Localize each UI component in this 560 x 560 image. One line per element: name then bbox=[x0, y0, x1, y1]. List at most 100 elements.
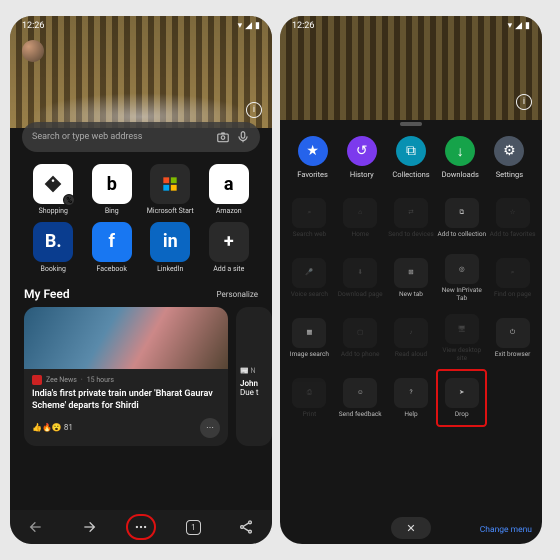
star-add-icon: ☆ bbox=[496, 198, 530, 228]
camera-icon[interactable] bbox=[216, 130, 230, 144]
quick-settings[interactable]: ⚙Settings bbox=[485, 136, 534, 179]
card-image bbox=[24, 307, 228, 369]
avatar[interactable] bbox=[22, 40, 44, 62]
menu-home[interactable]: ⌂Home bbox=[335, 189, 386, 247]
gear-icon: ⚙ bbox=[494, 136, 524, 166]
wifi-icon: ▾ bbox=[238, 21, 243, 31]
status-icons: ▾ ◢ ▮ bbox=[508, 21, 530, 31]
sheet-handle[interactable] bbox=[280, 120, 542, 132]
tile-shopping[interactable]: %Shopping bbox=[24, 164, 83, 216]
overflow-menu-button[interactable] bbox=[126, 514, 156, 540]
quick-actions-row: ★Favorites↺History⧉Collections↓Downloads… bbox=[280, 132, 542, 187]
mic-icon[interactable] bbox=[236, 130, 250, 144]
tabs-button[interactable]: 1 bbox=[178, 514, 208, 540]
card-title: India's first private train under 'Bhara… bbox=[32, 389, 220, 412]
back-button[interactable] bbox=[21, 514, 51, 540]
source-name: Zee News bbox=[46, 376, 77, 384]
newtab-icon: ⊞ bbox=[394, 258, 428, 288]
menu-read-aloud[interactable]: ♪Read aloud bbox=[386, 309, 437, 367]
menu-search-web[interactable]: ⌕Search web bbox=[284, 189, 335, 247]
tile-amazon[interactable]: aAmazon bbox=[200, 164, 259, 216]
forward-button[interactable] bbox=[74, 514, 104, 540]
info-icon[interactable]: i bbox=[516, 94, 532, 110]
close-button[interactable]: ✕ bbox=[391, 517, 431, 539]
menu-image-search[interactable]: ▦Image search bbox=[284, 309, 335, 367]
menu-print[interactable]: ⎙Print bbox=[284, 369, 335, 427]
tile-bing[interactable]: bBing bbox=[83, 164, 142, 216]
menu-add-to-favorites[interactable]: ☆Add to favorites bbox=[487, 189, 538, 247]
signal-icon: ◢ bbox=[245, 21, 252, 31]
news-card-peek[interactable]: 📰 N John Due t bbox=[236, 307, 272, 446]
share-button[interactable] bbox=[231, 514, 261, 540]
screenshot-right: 12:26 ▾ ◢ ▮ i ★Favorites↺History⧉Collect… bbox=[280, 16, 542, 544]
quick-downloads[interactable]: ↓Downloads bbox=[436, 136, 485, 179]
download-icon: ⬇ bbox=[343, 258, 377, 288]
menu-voice-search[interactable]: 🎤Voice search bbox=[284, 249, 335, 307]
clock: 12:26 bbox=[292, 21, 314, 31]
collections-add-icon: ⧉ bbox=[445, 198, 479, 228]
menu-find-on-page[interactable]: ⌕Find on page bbox=[487, 249, 538, 307]
tile-facebook[interactable]: fFacebook bbox=[83, 222, 142, 274]
quick-favorites[interactable]: ★Favorites bbox=[288, 136, 337, 179]
print-icon: ⎙ bbox=[292, 378, 326, 408]
star-icon: ★ bbox=[298, 136, 328, 166]
menu-send-feedback[interactable]: ☺Send feedback bbox=[335, 369, 386, 427]
speed-dial-grid: %ShoppingbBingMicrosoft StartaAmazon B.Bo… bbox=[10, 160, 272, 279]
feed-row: Zee News · 15 hours India's first privat… bbox=[10, 307, 272, 446]
change-menu-link[interactable]: Change menu bbox=[480, 525, 532, 535]
personalize-link[interactable]: Personalize bbox=[217, 290, 258, 299]
menu-view-desktop-site[interactable]: 🖥View desktop site bbox=[436, 309, 487, 367]
signal-icon: ◢ bbox=[515, 21, 522, 31]
find-icon: ⌕ bbox=[496, 258, 530, 288]
tile-add-a-site[interactable]: +Add a site bbox=[200, 222, 259, 274]
desktop-icon: 🖥 bbox=[445, 314, 479, 344]
menu-new-tab[interactable]: ⊞New tab bbox=[386, 249, 437, 307]
bottom-bar: 1 bbox=[10, 510, 272, 544]
search-placeholder: Search or type web address bbox=[32, 132, 210, 142]
screenshot-left: 12:26 ▾ ◢ ▮ i Search or type web address… bbox=[10, 16, 272, 544]
card-more-button[interactable]: ⋯ bbox=[200, 418, 220, 438]
menu-add-to-phone[interactable]: ▢Add to phone bbox=[335, 309, 386, 367]
clock: 12:26 bbox=[22, 21, 44, 31]
menu-download-page[interactable]: ⬇Download page bbox=[335, 249, 386, 307]
status-bar: 12:26 ▾ ◢ ▮ bbox=[10, 16, 272, 32]
reactions[interactable]: 👍🔥😮 81 bbox=[32, 423, 73, 432]
menu-add-to-collection[interactable]: ⧉Add to collection bbox=[436, 189, 487, 247]
addphone-icon: ▢ bbox=[343, 318, 377, 348]
readaloud-icon: ♪ bbox=[394, 318, 428, 348]
source-logo bbox=[32, 375, 42, 385]
menu-grid: ⌕Search web⌂Home⇄Send to devices⧉Add to … bbox=[280, 187, 542, 429]
battery-icon: ▮ bbox=[255, 21, 260, 31]
search-bar[interactable]: Search or type web address bbox=[22, 122, 260, 152]
info-icon[interactable]: i bbox=[246, 102, 262, 118]
hero-image: i bbox=[10, 16, 272, 128]
history-icon: ↺ bbox=[347, 136, 377, 166]
collections-icon: ⧉ bbox=[396, 136, 426, 166]
quick-history[interactable]: ↺History bbox=[337, 136, 386, 179]
menu-exit-browser[interactable]: ⏻Exit browser bbox=[487, 309, 538, 367]
drop-icon: ➤ bbox=[445, 378, 479, 408]
menu-empty bbox=[487, 369, 538, 427]
news-card[interactable]: Zee News · 15 hours India's first privat… bbox=[24, 307, 228, 446]
menu-drop[interactable]: ➤Drop bbox=[436, 369, 487, 427]
tile-booking[interactable]: B.Booking bbox=[24, 222, 83, 274]
feedback-icon: ☺ bbox=[343, 378, 377, 408]
devices-icon: ⇄ bbox=[394, 198, 428, 228]
help-icon: ? bbox=[394, 378, 428, 408]
menu-send-to-devices[interactable]: ⇄Send to devices bbox=[386, 189, 437, 247]
exit-icon: ⏻ bbox=[496, 318, 530, 348]
home-icon: ⌂ bbox=[343, 198, 377, 228]
download-icon: ↓ bbox=[445, 136, 475, 166]
tile-microsoft-start[interactable]: Microsoft Start bbox=[141, 164, 200, 216]
menu-new-inprivate-tab[interactable]: ◎New InPrivate Tab bbox=[436, 249, 487, 307]
status-icons: ▾ ◢ ▮ bbox=[238, 21, 260, 31]
menu-help[interactable]: ?Help bbox=[386, 369, 437, 427]
mic-icon: 🎤 bbox=[292, 258, 326, 288]
card-age: 15 hours bbox=[87, 376, 114, 384]
wifi-icon: ▾ bbox=[508, 21, 513, 31]
tile-linkedin[interactable]: inLinkedIn bbox=[141, 222, 200, 274]
status-bar: 12:26 ▾ ◢ ▮ bbox=[280, 16, 542, 32]
quick-collections[interactable]: ⧉Collections bbox=[386, 136, 435, 179]
battery-icon: ▮ bbox=[525, 21, 530, 31]
inprivate-icon: ◎ bbox=[445, 254, 479, 284]
